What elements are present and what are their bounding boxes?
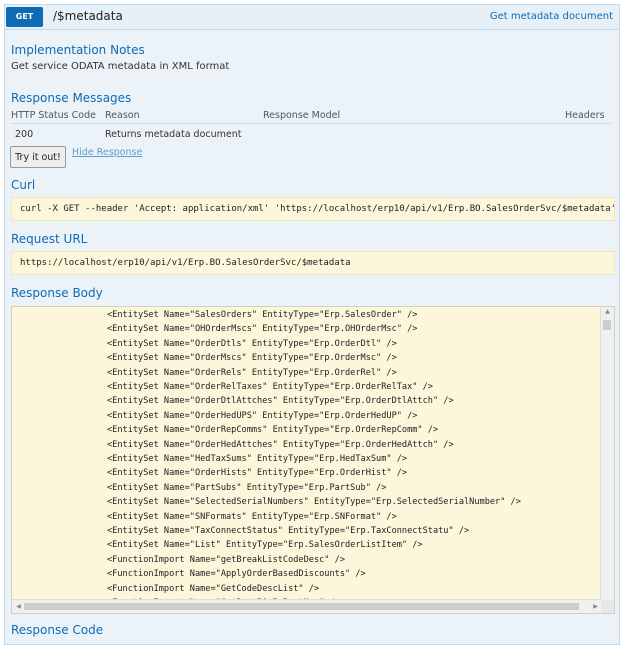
row-reason: Returns metadata document — [105, 129, 242, 140]
response-body-line: <EntitySet Name="SelectedSerialNumbers" … — [107, 497, 521, 508]
endpoint-path[interactable]: /$metadata — [53, 9, 123, 23]
try-it-out-button[interactable]: Try it out! — [10, 146, 66, 168]
response-body-line: <EntitySet Name="OrderRels" EntityType="… — [107, 367, 397, 378]
response-body-line: <EntitySet Name="SalesOrders" EntityType… — [107, 310, 418, 320]
horizontal-scroll-thumb[interactable] — [24, 603, 579, 610]
response-body-line: <EntitySet Name="OrderDtls" EntityType="… — [107, 338, 397, 349]
response-body-line: <EntitySet Name="TaxConnectStatus" Entit… — [107, 526, 470, 536]
request-url-value[interactable]: https://localhost/erp10/api/v1/Erp.BO.Sa… — [11, 251, 615, 275]
row-status-code: 200 — [15, 129, 34, 140]
doc-link[interactable]: Get metadata document — [490, 11, 613, 22]
hide-response-link[interactable]: Hide Response — [72, 147, 142, 158]
column-header-response-model: Response Model — [263, 110, 341, 121]
request-url-heading: Request URL — [11, 232, 88, 246]
response-messages-heading: Response Messages — [11, 91, 132, 105]
response-body-content: <EntitySet Name="SalesOrders" EntityType… — [12, 307, 602, 599]
response-body-line: <FunctionImport Name="GetCodeDescList" /… — [107, 583, 320, 594]
column-header-headers: Headers — [565, 110, 605, 121]
curl-command[interactable]: curl -X GET --header 'Accept: applicatio… — [11, 197, 615, 221]
response-body-line: <EntitySet Name="OrderDtlAttches" Entity… — [107, 396, 454, 407]
response-body-line: <FunctionImport Name="getBreakListCodeDe… — [107, 554, 345, 565]
response-body-line: <EntitySet Name="OrderRepComms" EntityTy… — [107, 425, 439, 436]
column-header-status-code: HTTP Status Code — [11, 110, 96, 121]
response-body-line: <EntitySet Name="OrderRelTaxes" EntityTy… — [107, 382, 433, 392]
response-code-heading: Response Code — [11, 623, 104, 637]
response-body-line: <EntitySet Name="SNFormats" EntityType="… — [107, 511, 397, 522]
operation-header[interactable]: GET /$metadata Get metadata document — [5, 5, 619, 30]
response-body-line: <FunctionImport Name="ApplyOrderBasedDis… — [107, 569, 366, 580]
column-header-reason: Reason — [105, 110, 140, 121]
operation-panel: GET /$metadata Get metadata document Imp… — [4, 4, 620, 645]
http-method-badge[interactable]: GET — [6, 7, 43, 27]
scroll-up-arrow-icon[interactable]: ▲ — [601, 308, 614, 315]
response-body-line: <EntitySet Name="HedTaxSums" EntityType=… — [107, 454, 408, 464]
response-body-line: <EntitySet Name="OrderHedUPS" EntityType… — [107, 410, 418, 421]
curl-heading: Curl — [11, 178, 36, 192]
response-body-line: <EntitySet Name="OrderHedAttches" Entity… — [107, 439, 454, 450]
response-body-line: <EntitySet Name="PartSubs" EntityType="E… — [107, 482, 387, 493]
response-body-line: <EntitySet Name="OHOrderMscs" EntityType… — [107, 324, 418, 335]
vertical-scroll-thumb[interactable] — [603, 320, 611, 330]
scroll-corner — [601, 600, 614, 613]
response-body-line: <EntitySet Name="List" EntityType="Erp.S… — [107, 540, 423, 551]
response-body-line: <EntitySet Name="OrderHists" EntityType=… — [107, 468, 408, 479]
implementation-notes-heading: Implementation Notes — [11, 43, 145, 57]
response-body-heading: Response Body — [11, 286, 103, 300]
implementation-notes-text: Get service ODATA metadata in XML format — [11, 61, 230, 72]
vertical-scrollbar[interactable]: ▲ — [600, 307, 614, 600]
table-divider — [11, 123, 611, 124]
response-body-box[interactable]: <EntitySet Name="SalesOrders" EntityType… — [11, 306, 615, 614]
horizontal-scrollbar[interactable]: ◀ ▶ — [12, 599, 602, 613]
response-body-line: <EntitySet Name="OrderMscs" EntityType="… — [107, 353, 397, 364]
